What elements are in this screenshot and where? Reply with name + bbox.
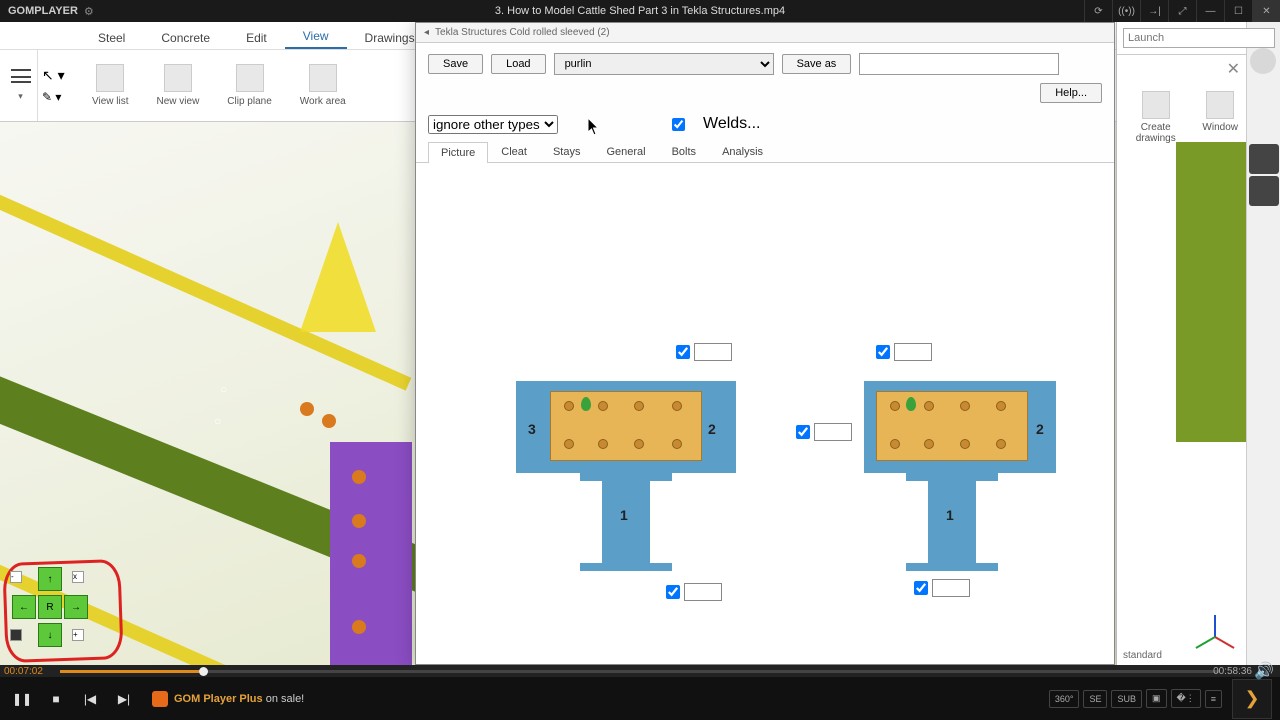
side-tool-2[interactable] bbox=[1249, 176, 1279, 206]
selection-cone-icon bbox=[300, 222, 376, 332]
maximize-icon[interactable]: ☐ bbox=[1224, 0, 1252, 22]
tool-work-area[interactable]: Work area bbox=[286, 60, 360, 111]
ribbon-tab-steel[interactable]: Steel bbox=[80, 25, 143, 49]
nav-up[interactable]: ↑ bbox=[38, 567, 62, 591]
screenshot-icon[interactable]: ▣ bbox=[1146, 689, 1167, 708]
nav-small-x[interactable]: x bbox=[72, 571, 84, 583]
volume-icon[interactable]: 🔊 bbox=[1254, 661, 1274, 681]
dim-top-check-l[interactable] bbox=[676, 345, 690, 359]
dialog-tabs: Picture Cleat Stays General Bolts Analys… bbox=[416, 141, 1114, 163]
tab-stays[interactable]: Stays bbox=[540, 141, 594, 162]
icon-c[interactable]: →| bbox=[1140, 0, 1168, 22]
badge-se[interactable]: SE bbox=[1083, 690, 1107, 708]
nav-small-1[interactable]: - bbox=[10, 571, 22, 583]
video-title: 3. How to Model Cattle Shed Part 3 in Te… bbox=[495, 5, 785, 17]
save-as-input[interactable] bbox=[859, 53, 1059, 75]
launch-search-input[interactable] bbox=[1123, 28, 1275, 48]
search-icon[interactable]: 🔍 bbox=[1275, 28, 1280, 48]
help-button[interactable]: Help... bbox=[1040, 83, 1102, 103]
right-panel: 🔍 ✕ Create drawings Window standard bbox=[1116, 22, 1246, 665]
video-frame: Steel Concrete Edit View Drawings & repo… bbox=[0, 22, 1246, 665]
ribbon-tab-edit[interactable]: Edit bbox=[228, 25, 285, 49]
nav-right[interactable]: → bbox=[64, 595, 88, 619]
next-arrow-button[interactable]: ❯ bbox=[1232, 679, 1272, 719]
tab-general[interactable]: General bbox=[593, 141, 658, 162]
player-controls: 00:07:02 00:58:36 🔊 ❚❚ ■ |◀ ▶| GOM Playe… bbox=[0, 665, 1280, 720]
dim-bot-input-r[interactable] bbox=[932, 579, 970, 597]
icon-d[interactable]: ⤢ bbox=[1168, 0, 1196, 22]
brush-tool-icon[interactable]: ✎ ▾ bbox=[42, 90, 74, 104]
window-controls: ⟳ ((•)) →| ⤢ — ☐ ✕ bbox=[1084, 0, 1280, 22]
time-total: 00:58:36 bbox=[1213, 666, 1252, 677]
hamburger-strip[interactable]: ▾ bbox=[4, 50, 38, 121]
ribbon-tab-concrete[interactable]: Concrete bbox=[143, 25, 228, 49]
tool-clip-plane[interactable]: Clip plane bbox=[213, 60, 285, 111]
dim-bot-input-l[interactable] bbox=[684, 583, 722, 601]
stop-button[interactable]: ■ bbox=[42, 685, 70, 713]
ignore-types-select[interactable]: ignore other types bbox=[428, 115, 558, 134]
seek-bar[interactable]: 00:07:02 00:58:36 🔊 bbox=[0, 665, 1280, 677]
dialog-toolbar: Save Load purlin Save as Help... bbox=[416, 43, 1114, 113]
promo-banner[interactable]: GOM Player Plus on sale! bbox=[152, 691, 304, 707]
icon-a[interactable]: ⟳ bbox=[1084, 0, 1112, 22]
tool-view-list[interactable]: View list bbox=[78, 60, 143, 111]
save-button[interactable]: Save bbox=[428, 54, 483, 74]
right-icon-column bbox=[1246, 22, 1280, 665]
tab-bolts[interactable]: Bolts bbox=[659, 141, 709, 162]
mouse-cursor-icon bbox=[588, 118, 600, 136]
gom-logo-icon bbox=[152, 691, 168, 707]
nav-left[interactable]: ← bbox=[12, 595, 36, 619]
titlebar: GOMPLAYER ⚙ 3. How to Model Cattle Shed … bbox=[0, 0, 1280, 22]
icon-b[interactable]: ((•)) bbox=[1112, 0, 1140, 22]
settings-icon[interactable]: �⋮ bbox=[1171, 689, 1201, 708]
side-tool-1[interactable] bbox=[1249, 144, 1279, 174]
diagram-left: 3 2 1 bbox=[506, 343, 756, 613]
dim-top-check-r[interactable] bbox=[876, 345, 890, 359]
dim-bot-check-r[interactable] bbox=[914, 581, 928, 595]
badge-360[interactable]: 360° bbox=[1049, 690, 1080, 708]
connection-dialog: ◂ Tekla Structures Cold rolled sleeved (… bbox=[415, 22, 1115, 665]
gear-icon[interactable]: ⚙ bbox=[84, 5, 94, 18]
dim-top-input-l[interactable] bbox=[694, 343, 732, 361]
minimize-icon[interactable]: — bbox=[1196, 0, 1224, 22]
tab-analysis[interactable]: Analysis bbox=[709, 141, 776, 162]
navigation-widget[interactable]: - x ↑ ← R → ↓ + bbox=[4, 561, 122, 661]
pause-button[interactable]: ❚❚ bbox=[8, 685, 36, 713]
prev-button[interactable]: |◀ bbox=[76, 685, 104, 713]
dialog-body: 3 2 1 2 1 bbox=[416, 163, 1114, 664]
load-button[interactable]: Load bbox=[491, 54, 545, 74]
avatar[interactable] bbox=[1250, 48, 1276, 74]
tab-cleat[interactable]: Cleat bbox=[488, 141, 540, 162]
seek-knob[interactable] bbox=[199, 667, 208, 676]
nav-small-4[interactable]: + bbox=[72, 629, 84, 641]
axis-gizmo-icon[interactable] bbox=[1190, 597, 1240, 647]
diagram-right: 2 1 bbox=[796, 343, 1076, 613]
nav-reset[interactable]: R bbox=[38, 595, 62, 619]
nav-small-3[interactable] bbox=[10, 629, 22, 641]
tab-picture[interactable]: Picture bbox=[428, 142, 488, 163]
dim-bot-check-l[interactable] bbox=[666, 585, 680, 599]
welds-checkbox[interactable] bbox=[672, 118, 685, 131]
dim-left-input-r[interactable] bbox=[814, 423, 852, 441]
badge-sub[interactable]: SUB bbox=[1111, 690, 1142, 708]
app-name: GOMPLAYER bbox=[0, 5, 78, 17]
ribbon-tab-view[interactable]: View bbox=[285, 23, 347, 49]
cursor-tool-icon[interactable]: ↖ ▾ bbox=[42, 67, 74, 84]
tool-new-view[interactable]: New view bbox=[143, 60, 214, 111]
hamburger-icon[interactable] bbox=[11, 69, 31, 83]
save-as-button[interactable]: Save as bbox=[782, 54, 852, 74]
preset-select[interactable]: purlin bbox=[554, 53, 774, 75]
dim-left-check-r[interactable] bbox=[796, 425, 810, 439]
model-preview bbox=[1176, 142, 1246, 442]
welds-button[interactable]: Welds... bbox=[691, 113, 773, 135]
next-button[interactable]: ▶| bbox=[110, 685, 138, 713]
dialog-title: ◂ Tekla Structures Cold rolled sleeved (… bbox=[416, 23, 1114, 43]
dim-top-input-r[interactable] bbox=[894, 343, 932, 361]
panel-close-icon[interactable]: ✕ bbox=[1117, 55, 1246, 83]
bottom-label: standard bbox=[1123, 650, 1162, 661]
playlist-icon[interactable]: ≡ bbox=[1205, 690, 1222, 708]
close-icon[interactable]: ✕ bbox=[1252, 0, 1280, 22]
nav-down[interactable]: ↓ bbox=[38, 623, 62, 647]
time-current: 00:07:02 bbox=[4, 666, 43, 677]
